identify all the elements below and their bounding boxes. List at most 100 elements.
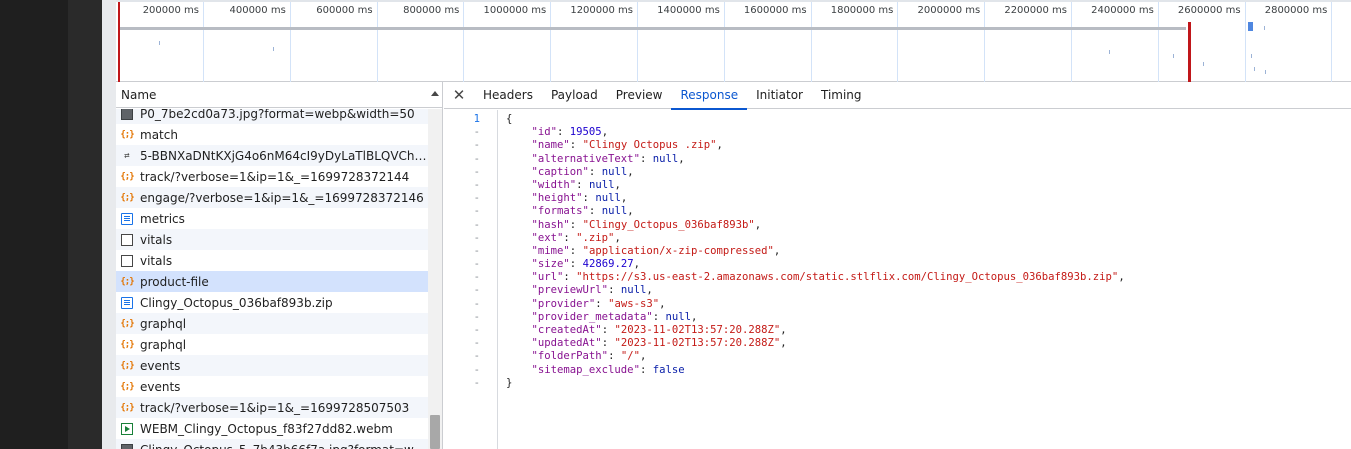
request-mark: [1265, 70, 1266, 74]
json-line: "url": "https://s3.us-east-2.amazonaws.c…: [531, 271, 1125, 284]
media-icon: [121, 422, 133, 435]
request-row[interactable]: Clingy_Octopus_5_7b43b66f7a.jpg?format=w…: [116, 439, 428, 449]
line-number: -: [473, 139, 480, 152]
xhr-icon: {;}: [120, 381, 134, 392]
xhr-icon: {;}: [120, 171, 134, 182]
timeline-tick-label: 1200000 ms: [570, 5, 633, 16]
json-key: "provider_metadata": [531, 310, 653, 323]
request-row[interactable]: metrics: [116, 208, 428, 229]
request-mark: [1251, 54, 1252, 58]
xhr-icon: {;}: [120, 318, 134, 329]
json-close-brace: }: [506, 376, 513, 389]
name-column-header[interactable]: Name: [116, 82, 442, 108]
request-row[interactable]: {;} events: [116, 355, 428, 376]
json-value: null: [601, 165, 628, 178]
request-row[interactable]: P0_7be2cd0a73.jpg?format=webp&width=50: [116, 109, 428, 124]
request-row[interactable]: {;} match: [116, 124, 428, 145]
tab-headers[interactable]: Headers: [474, 82, 542, 109]
json-value: null: [588, 178, 615, 191]
json-line: "alternativeText": null,: [531, 152, 685, 165]
timeline-tick-label: 1800000 ms: [830, 5, 894, 16]
timeline-tick-label: 600000 ms: [316, 5, 373, 16]
request-mark: [159, 41, 160, 45]
overview-activity-bar: [120, 27, 1186, 30]
xhr-icon: {;}: [120, 402, 134, 413]
request-list-scrollbar[interactable]: [428, 109, 442, 449]
timeline-gridline: [376, 2, 378, 82]
line-number: -: [473, 284, 480, 297]
json-line: {: [506, 113, 1125, 126]
timeline-gridline: [1331, 2, 1333, 82]
line-number: -: [473, 218, 480, 231]
tab-payload[interactable]: Payload: [542, 82, 607, 109]
json-value: "2023-11-02T13:57:20.288Z": [614, 337, 781, 350]
request-row[interactable]: {;} graphql: [116, 313, 428, 334]
tab-response[interactable]: Response: [671, 82, 747, 110]
request-rows: P0_7be2cd0a73.jpg?format=webp&width=50 {;…: [116, 109, 428, 449]
json-key: "folderPath": [531, 350, 609, 363]
timeline-gridline: [203, 2, 204, 82]
request-row[interactable]: {;} graphql: [116, 334, 428, 355]
websocket-icon: ⇄: [124, 150, 130, 161]
request-row[interactable]: {;} engage/?verbose=1&ip=1&_=169972837214…: [116, 187, 428, 208]
request-mark: [1109, 50, 1110, 54]
request-row[interactable]: {;} events: [116, 376, 428, 397]
close-icon[interactable]: ✕: [444, 82, 474, 108]
blank-icon: [121, 254, 133, 267]
request-mark: [1248, 22, 1253, 31]
line-number: -: [473, 310, 480, 323]
request-row[interactable]: {;} track/?verbose=1&ip=1&_=1699728507503: [116, 397, 428, 418]
xhr-icon: {;}: [120, 360, 134, 371]
response-body: { "id": 19505, "name": "Clingy Octopus .…: [506, 113, 1125, 390]
timeline-tick-label: 1400000 ms: [657, 5, 720, 16]
request-row[interactable]: {;} track/?verbose=1&ip=1&_=1699728372144: [116, 166, 428, 187]
line-number: -: [473, 231, 480, 244]
json-line: "formats": null,: [531, 205, 634, 218]
tab-preview[interactable]: Preview: [607, 82, 672, 109]
name-column-label: Name: [121, 87, 157, 102]
line-number: -: [473, 297, 480, 310]
json-key: "width": [531, 178, 577, 191]
json-key: "previewUrl": [531, 284, 609, 297]
request-row[interactable]: vitals: [116, 229, 428, 250]
line-number: -: [473, 350, 480, 363]
request-row[interactable]: ⇄ 5-BBNXaDNtKXjG4o6nM64cI9yDyLaTlBLQVChgS…: [116, 145, 428, 166]
json-key: "name": [531, 139, 570, 152]
timeline-gridline: [1071, 2, 1072, 82]
xhr-icon: {;}: [120, 276, 134, 287]
tab-timing[interactable]: Timing: [812, 82, 871, 109]
json-key: "alternativeText": [531, 152, 640, 165]
request-row[interactable]: Clingy_Octopus_036baf893b.zip: [116, 292, 428, 313]
timeline-tick-label: 1000000 ms: [483, 5, 547, 16]
request-row[interactable]: vitals: [116, 250, 428, 271]
line-number: -: [473, 165, 480, 178]
request-mark: [1264, 26, 1265, 30]
json-line: "size": 42869.27,: [531, 258, 640, 271]
json-key: "sitemap_exclude": [531, 363, 640, 376]
timeline-gridline: [463, 2, 465, 82]
tab-initiator[interactable]: Initiator: [747, 82, 812, 109]
network-overview-timeline[interactable]: 200000 ms 400000 ms 600000 ms 800000 ms 1000…: [116, 0, 1351, 82]
json-key: "createdAt": [531, 324, 602, 336]
timeline-gridline: [984, 2, 986, 82]
line-number-gutter: 1--------------------: [444, 110, 498, 449]
request-name: Clingy_Octopus_036baf893b.zip: [140, 295, 333, 310]
network-panel: 200000 ms 400000 ms 600000 ms 800000 ms 1000…: [116, 0, 1351, 449]
json-value: "Clingy_Octopus_036baf893b": [582, 218, 755, 231]
response-viewer[interactable]: 1-------------------- { "id": 19505, "na…: [444, 110, 1351, 449]
request-row[interactable]: {;} product-file: [116, 271, 428, 292]
json-key: "id": [531, 126, 558, 139]
request-mark: [273, 47, 274, 51]
sort-ascending-icon[interactable]: [431, 91, 439, 96]
image-icon: [121, 109, 133, 120]
scrollbar-thumb[interactable]: [430, 415, 440, 449]
line-number: -: [473, 244, 480, 257]
request-row[interactable]: WEBM_Clingy_Octopus_f83f27dd82.webm: [116, 418, 428, 439]
json-value: null: [665, 310, 691, 323]
json-line: "provider_metadata": null,: [531, 310, 698, 323]
line-number: -: [473, 324, 480, 336]
timeline-tick-label: 2000000 ms: [917, 5, 981, 16]
json-line: "folderPath": "/",: [531, 350, 647, 363]
json-key: "mime": [531, 244, 570, 257]
request-name: P0_7be2cd0a73.jpg?format=webp&width=50: [140, 109, 415, 121]
